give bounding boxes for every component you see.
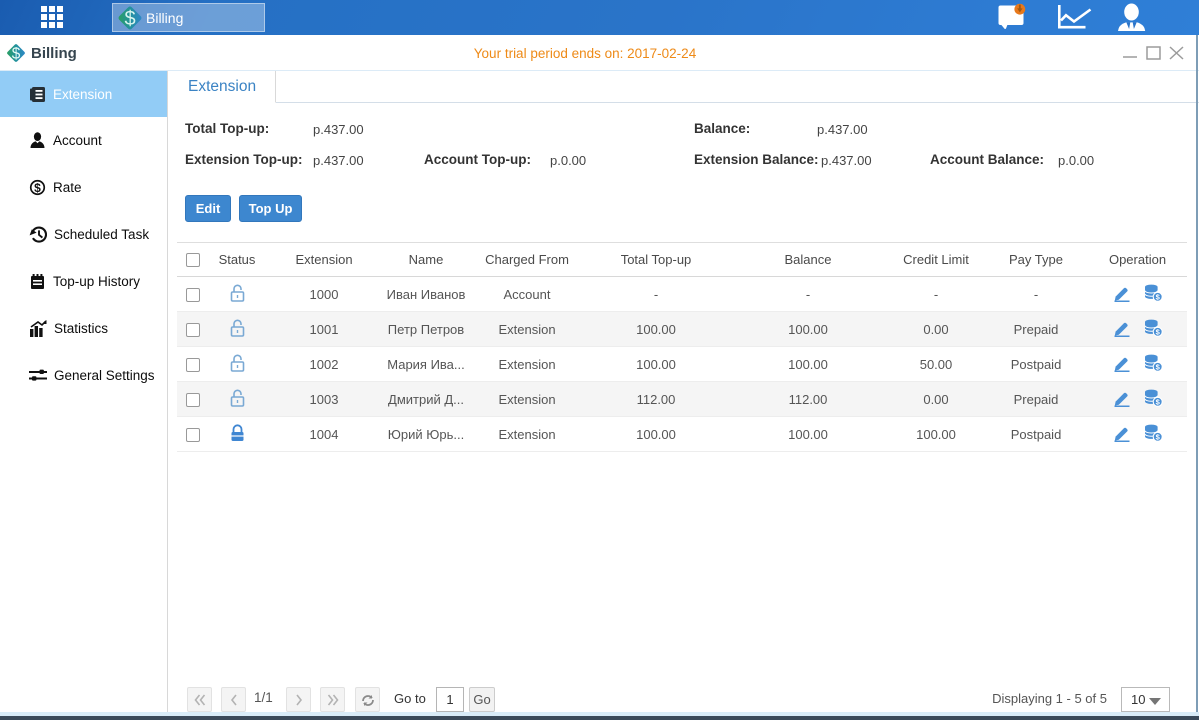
svg-text:$: $: [34, 181, 41, 195]
svg-text:$: $: [12, 45, 21, 62]
svg-text:$: $: [124, 8, 135, 30]
